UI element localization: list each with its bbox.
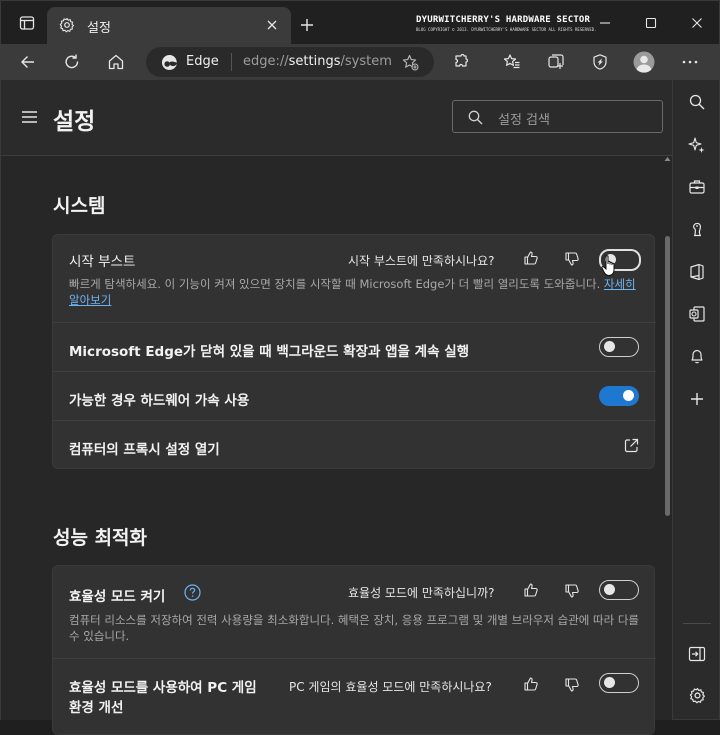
more-options-icon[interactable] (672, 44, 708, 80)
thumbs-up-icon[interactable] (523, 582, 539, 598)
watermark-title: DYURWITCHERRY'S HARDWARE SECTOR (416, 15, 591, 25)
title-bar: 설정 DYURWITCHERRY'S HARDWARE SECTOR BLOG … (0, 0, 720, 45)
search-icon[interactable] (685, 90, 709, 114)
performance-card: 효율성 모드 켜기 효율성 모드에 만족하십니까? 컴퓨터 리소스를 저장하여 … (52, 565, 656, 735)
close-window-icon[interactable] (679, 5, 715, 41)
scroll-thumb[interactable] (665, 236, 670, 516)
startup-boost-description: 빠르게 탐색하세요. 이 기능이 켜져 있으면 장치를 시작할 때 Micros… (69, 277, 636, 307)
sparkle-icon[interactable] (685, 133, 709, 157)
section-title-system: 시스템 (53, 195, 106, 217)
thumbs-down-icon[interactable] (564, 583, 580, 599)
settings-header: 설정 설정 검색 (1, 80, 673, 156)
chess-icon[interactable] (685, 217, 709, 241)
pc-game-label-line2: 환경 개선 (69, 700, 124, 716)
settings-search-input[interactable]: 설정 검색 (452, 100, 663, 133)
close-tab-icon[interactable] (265, 18, 279, 32)
external-link-icon[interactable] (624, 438, 639, 453)
browser-essentials-icon[interactable] (582, 44, 618, 80)
home-icon[interactable] (98, 44, 134, 80)
toggle-knob (604, 341, 615, 352)
row-divider (53, 371, 656, 372)
notification-bell-icon[interactable] (685, 344, 709, 368)
hand-cursor-icon (601, 254, 619, 278)
maximize-icon[interactable] (633, 5, 669, 41)
refresh-icon[interactable] (54, 44, 90, 80)
search-icon (468, 110, 483, 125)
efficiency-mode-description: 컴퓨터 리소스를 저장하여 전력 사용량을 최소화합니다. 혜택은 장치, 응용… (69, 613, 639, 643)
menu-icon[interactable] (21, 110, 38, 124)
back-icon[interactable] (10, 44, 46, 80)
tab-settings[interactable]: 설정 (47, 7, 291, 45)
row-divider (53, 322, 656, 323)
startup-boost-label: 시작 부스트 (69, 254, 136, 270)
tab-actions-icon[interactable] (9, 5, 45, 41)
minimize-icon[interactable] (587, 5, 623, 41)
startup-boost-feedback-text: 시작 부스트에 만족하시나요? (348, 254, 495, 268)
toggle-knob (623, 390, 634, 401)
watermark-copyright: BLOG COPYRIGHT © 2013. DYURWITCHERRY'S H… (416, 27, 597, 32)
row-divider (53, 658, 656, 659)
page-title: 설정 (53, 109, 96, 135)
collections-icon[interactable] (538, 44, 574, 80)
gear-icon (59, 17, 75, 33)
background-apps-label: Microsoft Edge가 닫혀 있을 때 백그라운드 확장과 앱을 계속 … (69, 344, 470, 360)
omnibox-divider (231, 53, 232, 71)
favorites-icon[interactable] (494, 44, 530, 80)
pc-game-efficiency-toggle[interactable] (599, 673, 639, 693)
edge-label: Edge (186, 54, 219, 69)
hardware-accel-label: 가능한 경우 하드웨어 가속 사용 (69, 393, 250, 409)
row-divider (53, 420, 656, 421)
sidebar-settings-icon[interactable] (685, 683, 709, 707)
office-icon[interactable] (685, 260, 709, 284)
address-bar[interactable]: Edge edge://settings/system (146, 47, 434, 77)
add-sidebar-app-icon[interactable] (685, 387, 709, 411)
edge-sidebar (672, 80, 720, 720)
pc-game-label-line1: 효율성 모드를 사용하여 PC 게임 (69, 680, 257, 696)
help-icon[interactable] (184, 584, 201, 601)
outlook-icon[interactable] (685, 302, 709, 326)
edge-logo-icon (161, 54, 178, 71)
extensions-icon[interactable] (444, 44, 480, 80)
system-card: 시작 부스트 시작 부스트에 만족하시나요? 빠르게 탐색하세요. 이 기능이 … (52, 234, 656, 469)
search-placeholder: 설정 검색 (498, 113, 550, 128)
thumbs-up-icon[interactable] (523, 676, 539, 692)
toggle-knob (604, 677, 615, 688)
new-tab-icon[interactable] (289, 7, 325, 43)
efficiency-feedback-text: 효율성 모드에 만족하십니까? (348, 586, 495, 600)
thumbs-up-icon[interactable] (523, 250, 539, 266)
efficiency-mode-toggle[interactable] (599, 580, 639, 600)
scroll-up-arrow-icon[interactable] (664, 156, 671, 162)
proxy-settings-label[interactable]: 컴퓨터의 프록시 설정 열기 (69, 438, 220, 458)
pc-game-feedback-text: PC 게임의 효율성 모드에 만족하시나요? (289, 680, 492, 694)
settings-page: 설정 설정 검색 시스템 시작 부스트 시작 부스트에 만족하시나요? 빠르게 … (0, 80, 673, 735)
thumbs-down-icon[interactable] (564, 677, 580, 693)
url-text: edge://settings/system (243, 54, 392, 69)
section-title-performance: 성능 최적화 (53, 527, 148, 549)
tab-title: 설정 (87, 21, 111, 36)
hide-sidebar-icon[interactable] (685, 642, 709, 666)
address-toolbar: Edge edge://settings/system (0, 44, 720, 80)
sidebar-divider (683, 623, 711, 624)
watermark-logo: DYURWITCHERRY'S HARDWARE SECTOR BLOG COP… (416, 15, 597, 32)
efficiency-mode-label: 효율성 모드 켜기 (69, 589, 166, 605)
toggle-knob (604, 584, 615, 595)
add-favorite-icon[interactable] (402, 54, 419, 71)
background-apps-toggle[interactable] (599, 337, 639, 357)
profile-avatar[interactable] (626, 44, 662, 80)
thumbs-down-icon[interactable] (564, 251, 580, 267)
hardware-accel-toggle[interactable] (599, 386, 639, 406)
tools-icon[interactable] (685, 175, 709, 199)
